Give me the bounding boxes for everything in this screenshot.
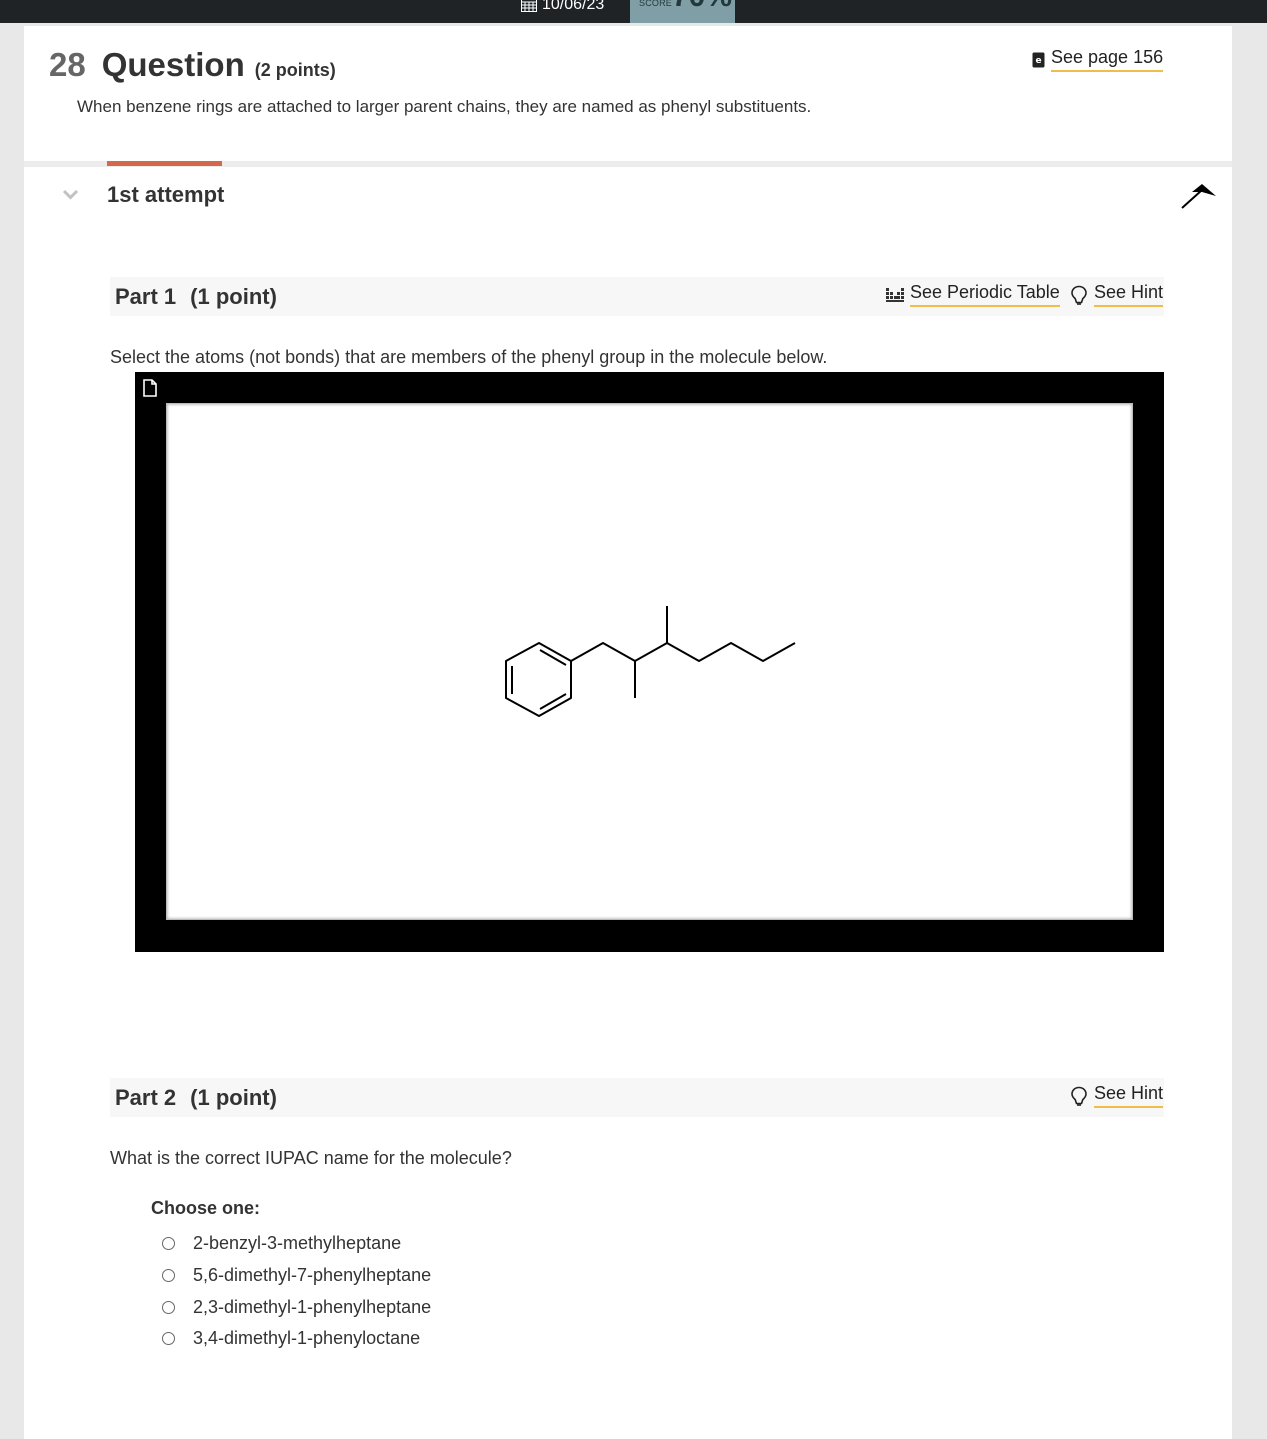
benzene-ring[interactable]	[505, 642, 572, 717]
ring-double-bonds	[511, 649, 567, 710]
question-header: 28 Question (2 points)	[49, 46, 336, 84]
radio-button[interactable]	[162, 1300, 175, 1314]
part1-see-hint-label[interactable]: See Hint	[1094, 282, 1164, 307]
answer-options: 2-benzyl-3-methylheptane 5,6-dimethyl-7-…	[162, 1228, 431, 1355]
part1-label: Part 1	[115, 284, 177, 309]
molecule-structure[interactable]	[167, 404, 1134, 921]
part1-header: Part 1 (1 point) See Periodic Table See H…	[110, 277, 1164, 316]
score-label: SCORE	[639, 0, 673, 8]
collapse-arrow-icon[interactable]	[1180, 182, 1218, 210]
part2-header: Part 2 (1 point) See Hint	[110, 1078, 1164, 1117]
score-box: SCORE 70%	[630, 0, 735, 23]
attempt-tab-indicator	[107, 161, 222, 166]
answer-option-2[interactable]: 5,6-dimethyl-7-phenylheptane	[162, 1260, 431, 1292]
part1-see-hint-button[interactable]: See Hint	[1070, 282, 1164, 307]
radio-button[interactable]	[162, 1332, 175, 1346]
answer-option-1[interactable]: 2-benzyl-3-methylheptane	[162, 1228, 431, 1260]
main-chain[interactable]	[570, 642, 796, 662]
question-number: 28	[49, 46, 86, 83]
date-text: 10/06/23	[542, 0, 605, 13]
top-bar: 10/06/23 SCORE 70%	[0, 0, 1267, 23]
answer-option-3[interactable]: 2,3-dimethyl-1-phenylheptane	[162, 1291, 431, 1323]
question-points: (2 points)	[254, 60, 336, 80]
see-periodic-table-button[interactable]: See Periodic Table	[886, 282, 1060, 307]
ebook-icon: e	[1032, 52, 1045, 67]
periodic-table-icon	[886, 287, 904, 302]
option-label: 5,6-dimethyl-7-phenylheptane	[193, 1265, 432, 1286]
see-periodic-table-label[interactable]: See Periodic Table	[910, 282, 1060, 307]
molecule-canvas[interactable]	[166, 403, 1133, 920]
svg-text:e: e	[1035, 56, 1041, 66]
see-page-link[interactable]: e See page 156	[1032, 47, 1164, 72]
question-intro: When benzene rings are attached to large…	[77, 97, 812, 116]
question-title: Question	[101, 46, 245, 83]
see-page-label[interactable]: See page 156	[1051, 47, 1164, 72]
part2-see-hint-button[interactable]: See Hint	[1070, 1083, 1164, 1108]
score-value: 70%	[672, 0, 732, 14]
attempt-label[interactable]: 1st attempt	[107, 182, 224, 208]
part1-points: (1 point)	[190, 284, 277, 309]
radio-button[interactable]	[162, 1269, 175, 1283]
choose-one-label: Choose one:	[151, 1198, 261, 1218]
lightbulb-icon	[1071, 285, 1087, 305]
option-label: 2-benzyl-3-methylheptane	[193, 1233, 402, 1254]
molecule-canvas-frame	[135, 372, 1164, 952]
lightbulb-icon	[1071, 1086, 1087, 1106]
due-date: 10/06/23	[521, 0, 604, 15]
calendar-icon	[521, 0, 537, 12]
part2-prompt: What is the correct IUPAC name for the m…	[110, 1148, 512, 1168]
part2-title: Part 2 (1 point)	[115, 1085, 277, 1111]
option-label: 3,4-dimethyl-1-phenyloctane	[193, 1328, 421, 1349]
part2-label: Part 2	[115, 1085, 177, 1110]
question-card: 28 Question (2 points) e See page 156 Wh…	[24, 26, 1232, 1439]
option-label: 2,3-dimethyl-1-phenylheptane	[193, 1296, 432, 1317]
part1-prompt: Select the atoms (not bonds) that are me…	[110, 347, 828, 367]
answer-option-4[interactable]: 3,4-dimethyl-1-phenyloctane	[162, 1323, 431, 1355]
part2-points: (1 point)	[190, 1085, 277, 1110]
chevron-down-icon[interactable]	[62, 189, 79, 200]
part2-see-hint-label[interactable]: See Hint	[1094, 1083, 1164, 1108]
radio-button[interactable]	[162, 1237, 175, 1251]
part1-title: Part 1 (1 point)	[115, 284, 277, 310]
document-icon[interactable]	[143, 379, 157, 397]
